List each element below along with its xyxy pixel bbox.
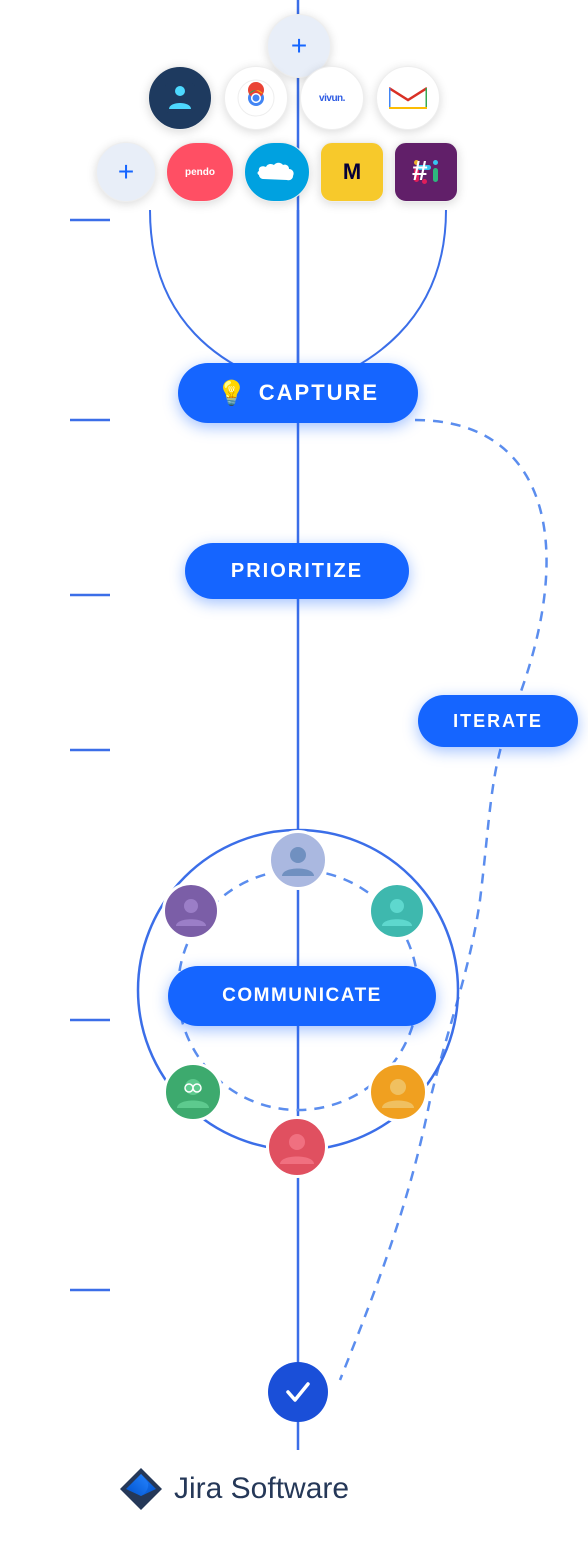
avatar-right <box>368 882 426 940</box>
svg-text:#: # <box>412 155 428 186</box>
capture-icon: 💡 <box>217 379 249 408</box>
avatar-left <box>162 882 220 940</box>
jira-icon <box>118 1466 164 1512</box>
capture-button[interactable]: 💡 CAPTURE <box>178 363 418 423</box>
avatar-bottom-right <box>368 1062 428 1122</box>
vivun-icon[interactable]: vivun. <box>300 66 364 130</box>
plus2-icon[interactable]: + <box>96 142 156 202</box>
jira-logo: Jira Software <box>118 1466 349 1512</box>
icon-row-2: + pendo M # <box>96 142 458 202</box>
jira-logo-text: Jira Software <box>174 1472 349 1506</box>
completion-circle <box>268 1362 328 1422</box>
prioritize-button[interactable]: PRIORITIZE <box>185 543 409 599</box>
avatar-bottom-center <box>266 1116 328 1178</box>
icon-row-1: vivun. <box>148 66 440 130</box>
prioritize-label: PRIORITIZE <box>231 560 363 583</box>
pendo-icon[interactable]: pendo <box>166 142 234 202</box>
iterate-label: ITERATE <box>453 711 543 732</box>
salesforce-icon[interactable] <box>244 142 310 202</box>
communicate-button[interactable]: COMMUNICATE <box>168 966 436 1026</box>
chrome-icon[interactable] <box>224 66 288 130</box>
avatar-top <box>268 830 328 890</box>
capture-label: CAPTURE <box>259 380 379 406</box>
usercreated-icon[interactable] <box>148 66 212 130</box>
flow-lines <box>0 0 588 1568</box>
avatar-bottom-left <box>163 1062 223 1122</box>
main-canvas: + <box>0 0 588 1568</box>
slack-icon[interactable]: # <box>394 142 458 202</box>
iterate-button[interactable]: ITERATE <box>418 695 578 747</box>
gmail-icon[interactable] <box>376 66 440 130</box>
miro-icon[interactable]: M <box>320 142 384 202</box>
communicate-label: COMMUNICATE <box>222 985 382 1007</box>
